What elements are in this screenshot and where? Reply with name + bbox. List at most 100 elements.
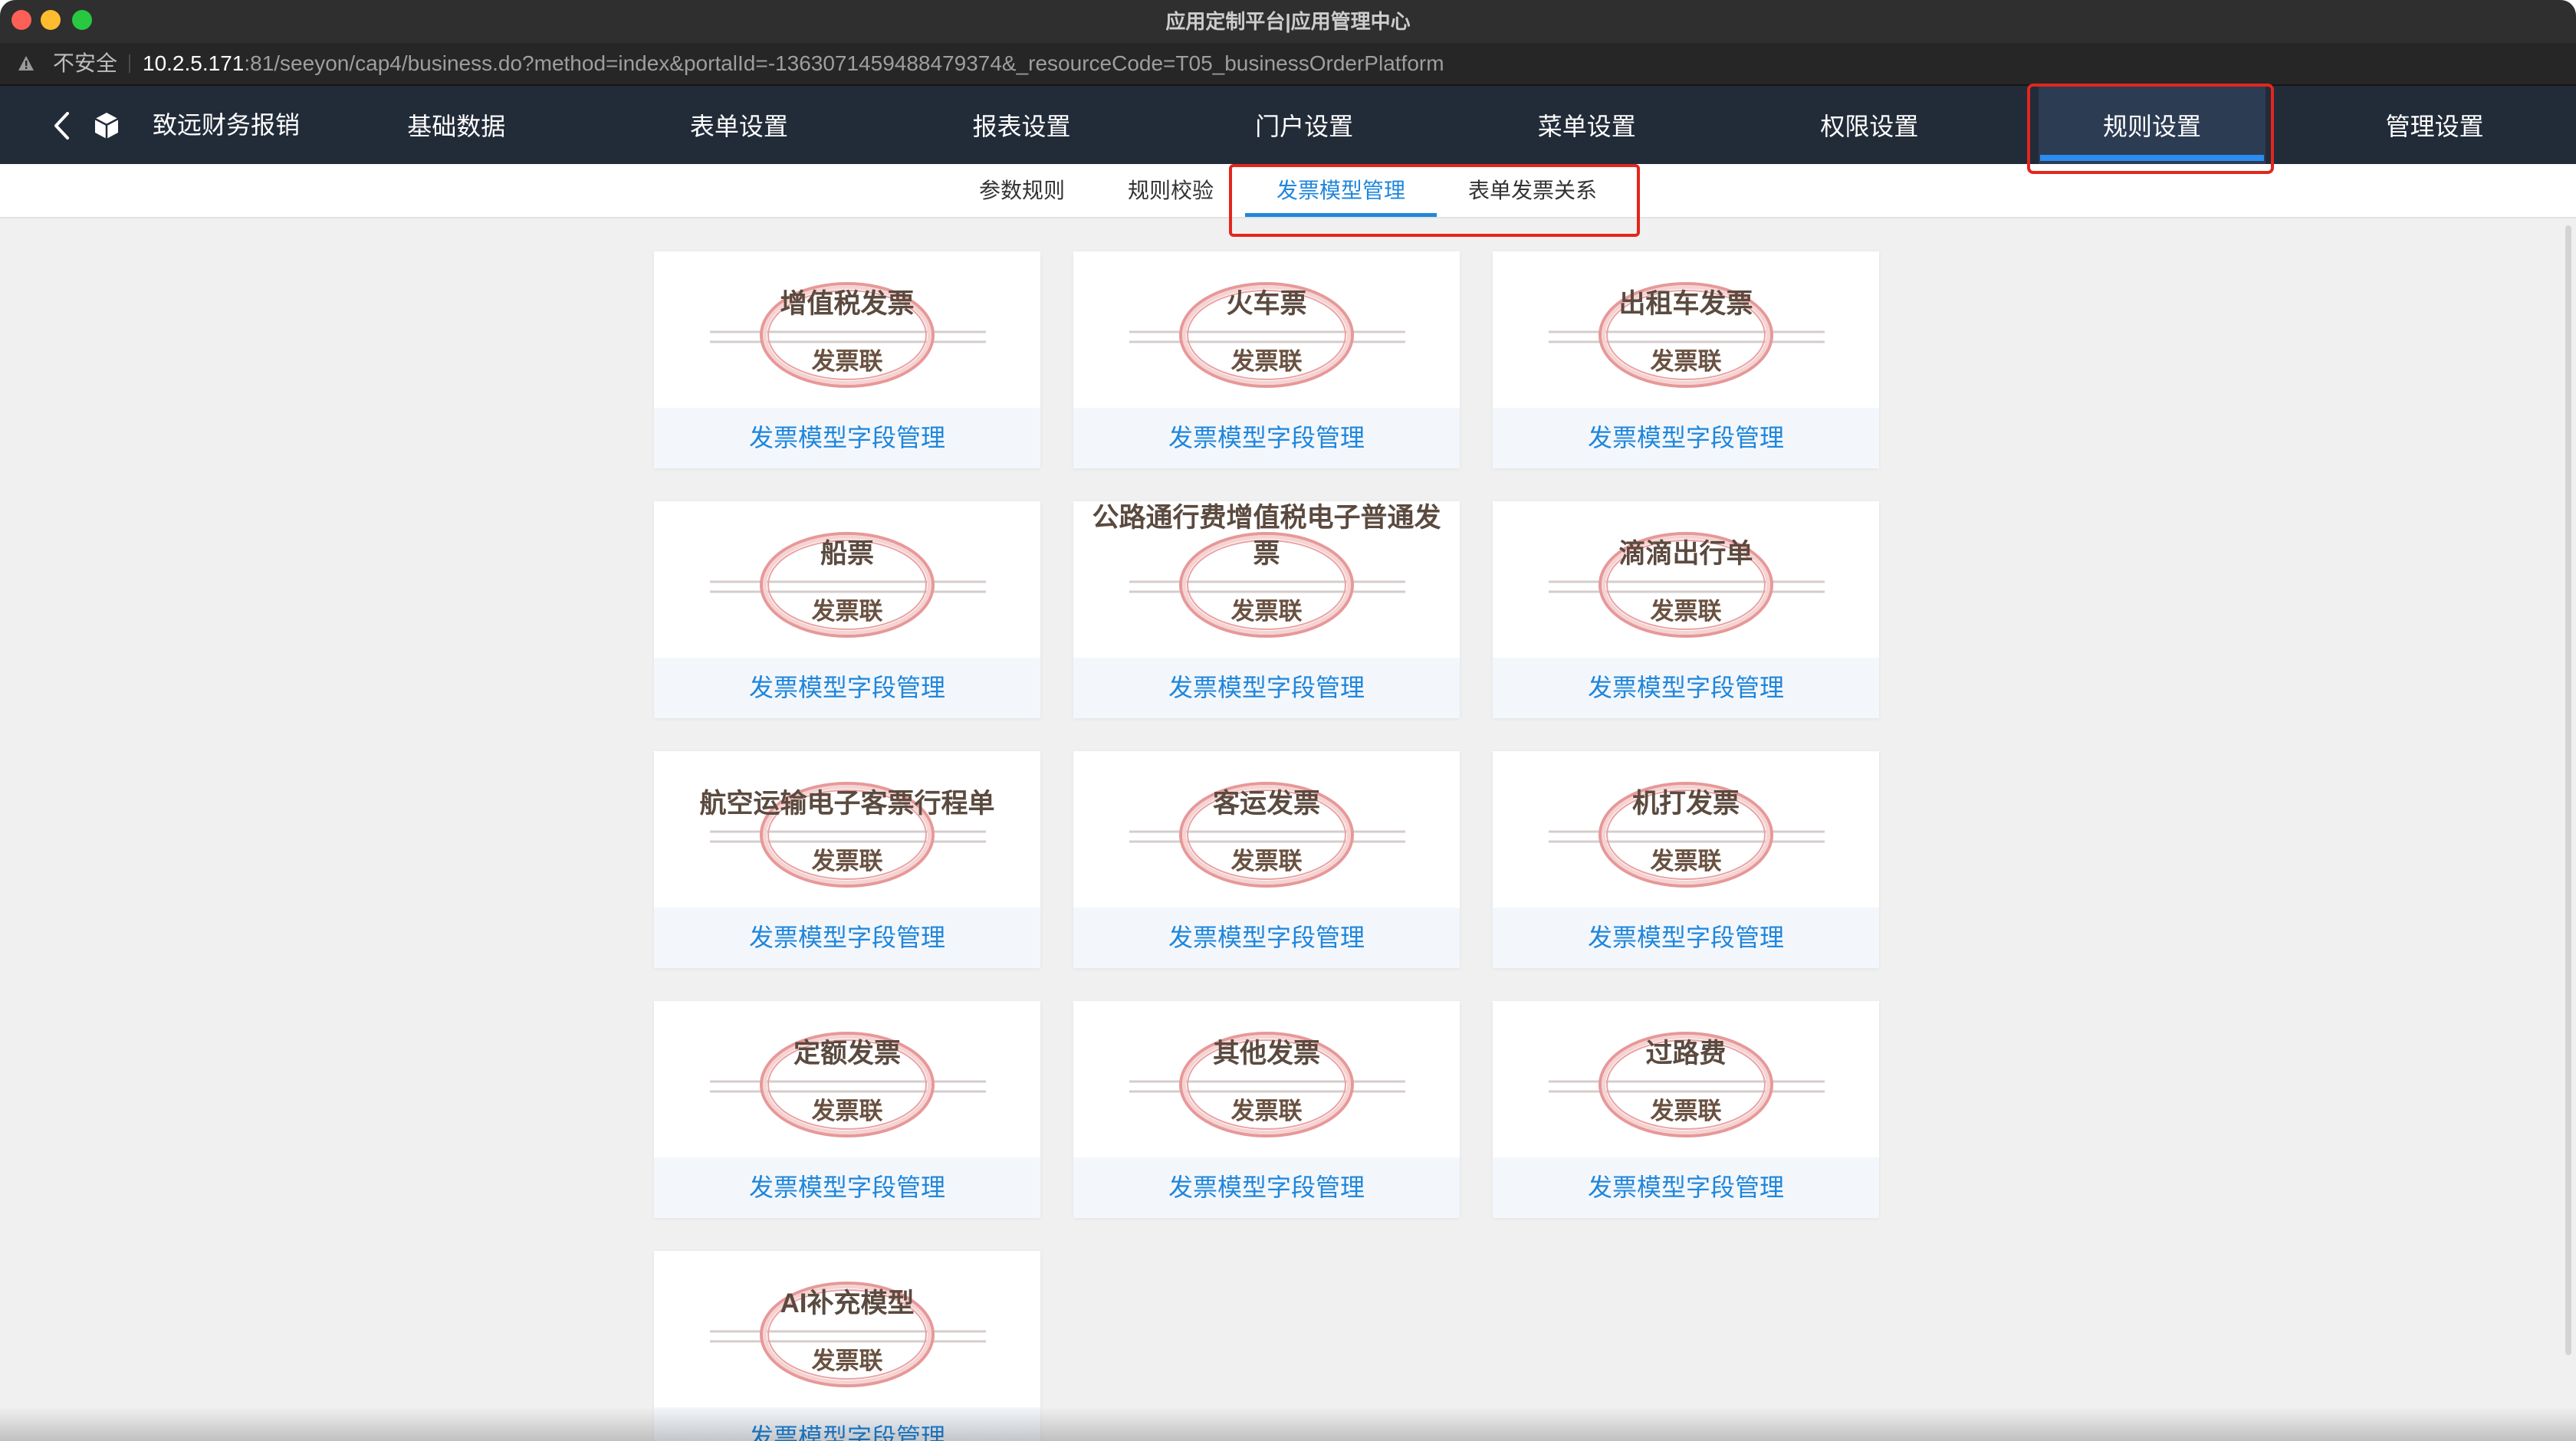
- nav-item-label: 权限设置: [1820, 113, 1919, 140]
- invoice-model-title: 定额发票: [793, 1039, 901, 1068]
- invoice-model-title: 过路费: [1645, 1039, 1727, 1068]
- url-host: 10.2.5.171: [143, 51, 245, 75]
- tab-invoice-model-management[interactable]: 发票模型管理: [1245, 164, 1438, 217]
- invoice-model-title: AI补充模型: [780, 1288, 915, 1318]
- invoice-model-title: 滴滴出行单: [1618, 539, 1753, 569]
- nav-item-label: 菜单设置: [1537, 113, 1636, 140]
- window-titlebar: 应用定制平台|应用管理中心: [0, 0, 2576, 43]
- invoice-stamp-label: 发票联: [1230, 848, 1303, 875]
- invoice-stamp-label: 发票联: [811, 848, 883, 875]
- invoice-model-grid: 增值税发票 发票联 发票模型字段管理 火车票 发票联 发票模型字段管理 出租车发…: [654, 251, 1879, 1441]
- invoice-model-preview: 客运发票 发票联: [1073, 751, 1460, 908]
- nav-item-form-settings[interactable]: 表单设置: [598, 86, 881, 164]
- nav-item-management-settings[interactable]: 管理设置: [2293, 86, 2576, 164]
- field-management-link[interactable]: 发票模型字段管理: [1073, 908, 1460, 968]
- back-button[interactable]: [49, 109, 74, 143]
- invoice-model-card: 客运发票 发票联 发票模型字段管理: [1073, 751, 1460, 968]
- tab-parameter-rules[interactable]: 参数规则: [948, 164, 1096, 217]
- invoice-model-card: 公路通行费增值税电子普通发票 发票联 发票模型字段管理: [1073, 501, 1460, 718]
- invoice-model-card: 滴滴出行单 发票联 发票模型字段管理: [1493, 501, 1879, 718]
- invoice-model-title: 增值税发票: [780, 289, 915, 319]
- invoice-model-preview: 滴滴出行单 发票联: [1493, 501, 1879, 658]
- invoice-model-card: 航空运输电子客票行程单 发票联 发票模型字段管理: [654, 751, 1040, 968]
- invoice-model-card: 过路费 发票联 发票模型字段管理: [1493, 1001, 1879, 1218]
- invoice-stamp-label: 发票联: [1650, 848, 1722, 875]
- invoice-stamp-label: 发票联: [811, 348, 883, 375]
- field-management-link[interactable]: 发票模型字段管理: [654, 1407, 1040, 1441]
- invoice-model-card: 船票 发票联 发票模型字段管理: [654, 501, 1040, 718]
- url-field[interactable]: 10.2.5.171:81/seeyon/cap4/business.do?me…: [143, 43, 1444, 84]
- invoice-model-card: 其他发票 发票联 发票模型字段管理: [1073, 1001, 1460, 1218]
- app-name: 致远财务报销: [153, 111, 301, 139]
- invoice-stamp-label: 发票联: [1650, 598, 1722, 625]
- nav-item-basic-data[interactable]: 基础数据: [315, 86, 598, 164]
- invoice-model-preview: AI补充模型 发票联: [654, 1251, 1040, 1407]
- nav-item-label: 报表设置: [972, 113, 1071, 140]
- address-divider: [129, 54, 130, 73]
- invoice-model-preview: 火车票 发票联: [1073, 251, 1460, 408]
- invoice-model-card: 定额发票 发票联 发票模型字段管理: [654, 1001, 1040, 1218]
- sub-tab-bar: 参数规则 规则校验 发票模型管理 表单发票关系: [0, 164, 2576, 218]
- invoice-model-preview: 出租车发票 发票联: [1493, 251, 1879, 408]
- warning-triangle-icon[interactable]: [18, 55, 34, 72]
- main-content[interactable]: 增值税发票 发票联 发票模型字段管理 火车票 发票联 发票模型字段管理 出租车发…: [0, 218, 2576, 1441]
- nav-item-permission-settings[interactable]: 权限设置: [1728, 86, 2011, 164]
- window-title: 应用定制平台|应用管理中心: [1165, 10, 1411, 33]
- invoice-model-preview: 定额发票 发票联: [654, 1001, 1040, 1157]
- invoice-stamp-label: 发票联: [811, 1098, 883, 1124]
- security-status-label[interactable]: 不安全: [53, 43, 117, 84]
- invoice-model-title: 船票: [820, 539, 874, 569]
- tab-form-invoice-relation[interactable]: 表单发票关系: [1437, 164, 1628, 217]
- tab-rule-validation[interactable]: 规则校验: [1096, 164, 1245, 217]
- nav-item-label: 基础数据: [407, 113, 506, 140]
- invoice-model-preview: 船票 发票联: [654, 501, 1040, 658]
- field-management-link[interactable]: 发票模型字段管理: [1073, 658, 1460, 718]
- nav-item-label: 表单设置: [689, 113, 788, 140]
- nav-item-portal-settings[interactable]: 门户设置: [1163, 86, 1446, 164]
- invoice-stamp-label: 发票联: [1230, 598, 1303, 625]
- nav-item-rule-settings[interactable]: 规则设置: [2011, 86, 2294, 164]
- nav-item-report-settings[interactable]: 报表设置: [880, 86, 1163, 164]
- invoice-model-preview: 公路通行费增值税电子普通发票 发票联: [1073, 501, 1460, 658]
- vertical-scrollbar[interactable]: [2565, 225, 2571, 1355]
- invoice-model-preview: 机打发票 发票联: [1493, 751, 1879, 908]
- cube-icon: [94, 113, 119, 139]
- invoice-model-title: 机打发票: [1631, 789, 1740, 819]
- invoice-model-preview: 航空运输电子客票行程单 发票联: [654, 751, 1040, 908]
- invoice-stamp-label: 发票联: [1650, 348, 1722, 375]
- field-management-link[interactable]: 发票模型字段管理: [654, 408, 1040, 468]
- nav-item-menu-settings[interactable]: 菜单设置: [1446, 86, 1729, 164]
- invoice-model-title: 航空运输电子客票行程单: [699, 789, 995, 819]
- field-management-link[interactable]: 发票模型字段管理: [654, 658, 1040, 718]
- field-management-link[interactable]: 发票模型字段管理: [1073, 1157, 1460, 1218]
- invoice-model-preview: 其他发票 发票联: [1073, 1001, 1460, 1157]
- field-management-link[interactable]: 发票模型字段管理: [654, 908, 1040, 968]
- nav-item-label: 管理设置: [2385, 113, 2484, 140]
- url-path: :81/seeyon/cap4/business.do?method=index…: [244, 51, 1444, 75]
- field-management-link[interactable]: 发票模型字段管理: [1493, 1157, 1879, 1218]
- field-management-link[interactable]: 发票模型字段管理: [1073, 408, 1460, 468]
- address-bar[interactable]: 不安全 10.2.5.171:81/seeyon/cap4/business.d…: [0, 43, 2576, 86]
- invoice-stamp-label: 发票联: [811, 1347, 883, 1374]
- invoice-model-preview: 过路费 发票联: [1493, 1001, 1879, 1157]
- field-management-link[interactable]: 发票模型字段管理: [654, 1157, 1040, 1218]
- invoice-model-preview: 增值税发票 发票联: [654, 251, 1040, 408]
- nav-item-label: 规则设置: [2103, 113, 2202, 140]
- invoice-model-card: AI补充模型 发票联 发票模型字段管理: [654, 1251, 1040, 1441]
- invoice-stamp-label: 发票联: [1650, 1098, 1722, 1124]
- invoice-model-title: 客运发票: [1212, 789, 1320, 819]
- invoice-model-title: 其他发票: [1212, 1039, 1320, 1068]
- invoice-model-card: 机打发票 发票联 发票模型字段管理: [1493, 751, 1879, 968]
- nav-item-label: 门户设置: [1255, 113, 1354, 140]
- invoice-model-card: 增值税发票 发票联 发票模型字段管理: [654, 251, 1040, 468]
- invoice-stamp-label: 发票联: [1230, 1098, 1303, 1124]
- invoice-model-title: 出租车发票: [1618, 289, 1753, 319]
- app-navbar: 致远财务报销 基础数据 表单设置 报表设置 门户设置 菜单设置 权限设置 规则设…: [0, 86, 2576, 164]
- field-management-link[interactable]: 发票模型字段管理: [1493, 658, 1879, 718]
- field-management-link[interactable]: 发票模型字段管理: [1493, 908, 1879, 968]
- invoice-model-title: 公路通行费增值税电子普通发票: [1092, 503, 1441, 569]
- browser-window: 应用定制平台|应用管理中心 不安全 10.2.5.171:81/seeyon/c…: [0, 0, 2576, 1441]
- main-nav: 基础数据 表单设置 报表设置 门户设置 菜单设置 权限设置 规则设置 管理设置: [315, 86, 2576, 164]
- invoice-stamp-label: 发票联: [811, 598, 883, 625]
- field-management-link[interactable]: 发票模型字段管理: [1493, 408, 1879, 468]
